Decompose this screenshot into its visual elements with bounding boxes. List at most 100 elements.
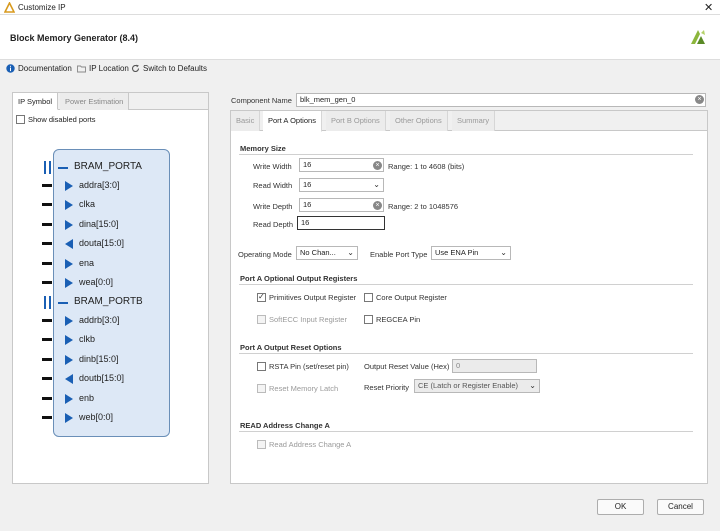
bus-label: BRAM_PORTA <box>74 161 142 172</box>
tab-summary[interactable]: Summary <box>452 111 496 131</box>
chevron-down-icon: ⌄ <box>347 248 354 257</box>
cancel-button[interactable]: Cancel <box>657 499 704 515</box>
arrow-right-icon <box>65 181 73 191</box>
bus-connector <box>58 302 68 304</box>
chevron-down-icon: ⌄ <box>529 381 536 390</box>
clear-write-width-icon[interactable]: × <box>373 161 382 170</box>
rsta-label: RSTA Pin (set/reset pin) <box>269 362 349 371</box>
enable-port-select[interactable]: Use ENA Pin ⌄ <box>431 246 511 260</box>
regcea-label: REGCEA Pin <box>376 315 421 324</box>
reset-value-input[interactable]: 0 <box>452 359 537 373</box>
show-disabled-checkbox[interactable] <box>16 115 25 124</box>
bus-label: BRAM_PORTB <box>74 296 143 307</box>
pin-line <box>42 281 52 284</box>
close-icon[interactable]: ✕ <box>704 1 713 14</box>
vivado-logo-icon <box>4 2 15 13</box>
documentation-button[interactable]: Documentation <box>6 64 72 73</box>
core-output-checkbox[interactable] <box>364 293 373 302</box>
reset-priority-label: Reset Priority <box>364 383 410 392</box>
clear-write-depth-icon[interactable]: × <box>373 201 382 210</box>
primitives-output-checkbox[interactable] <box>257 292 266 302</box>
read-depth-label: Read Depth <box>253 220 294 229</box>
port-pin: wea[0:0] <box>13 274 163 292</box>
ip-location-label: IP Location <box>89 64 129 73</box>
read-address-checkbox <box>257 440 266 449</box>
pin-label: addrb[3:0] <box>79 315 120 325</box>
bus-icon <box>44 296 51 309</box>
ip-location-button[interactable]: IP Location <box>77 64 129 73</box>
pin-line <box>42 222 52 226</box>
write-width-input[interactable]: 16 <box>299 158 384 172</box>
enable-port-value: Use ENA Pin <box>435 248 479 257</box>
refresh-icon <box>131 64 140 72</box>
component-name-input[interactable]: blk_mem_gen_0 <box>296 93 706 107</box>
pin-label: dinb[15:0] <box>79 353 119 364</box>
tab-power-estimation[interactable]: Power Estimation <box>60 93 130 110</box>
arrow-left-icon <box>65 239 73 250</box>
read-depth-input[interactable]: 16 <box>297 216 385 230</box>
switch-defaults-button[interactable]: Switch to Defaults <box>131 64 207 73</box>
bus-connector <box>58 167 68 169</box>
pin-line <box>42 396 52 400</box>
pin-label: doutb[15:0] <box>79 373 125 384</box>
show-disabled-ports[interactable]: Show disabled ports <box>16 115 96 124</box>
read-width-value: 16 <box>303 180 312 189</box>
bus-icon <box>44 161 51 174</box>
rsta-checkbox[interactable] <box>257 362 266 371</box>
write-depth-label: Write Depth <box>253 202 293 211</box>
divider <box>239 154 693 155</box>
tab-port-a-options[interactable]: Port A Options <box>263 111 322 132</box>
port-pin: douta[15:0] <box>13 235 163 253</box>
read-width-label: Read Width <box>253 181 293 190</box>
pin-line <box>42 203 52 207</box>
port-pin: ena <box>13 255 163 273</box>
port-pin: enb <box>13 390 163 408</box>
divider <box>239 431 693 432</box>
pin-label: clka <box>79 199 96 210</box>
pin-label: addra[3:0] <box>79 180 120 190</box>
page-title: Block Memory Generator (8.4) <box>10 33 139 43</box>
pin-line <box>42 242 52 246</box>
clear-component-icon[interactable]: × <box>695 95 704 104</box>
primitives-output-label: Primitives Output Register <box>269 293 357 302</box>
enable-port-label: Enable Port Type <box>370 250 428 259</box>
pin-label: ena <box>79 257 95 268</box>
pin-label: dina[15:0] <box>79 218 119 229</box>
opt-regs-title: Port A Optional Output Registers <box>240 274 358 283</box>
arrow-right-icon <box>65 413 73 423</box>
tab-other-options[interactable]: Other Options <box>390 111 448 131</box>
arrow-right-icon <box>65 316 73 326</box>
reset-priority-select[interactable]: CE (Latch or Register Enable) ⌄ <box>414 379 540 393</box>
component-name-value: blk_mem_gen_0 <box>300 95 356 104</box>
xilinx-logo-icon <box>691 30 705 44</box>
operating-mode-select[interactable]: No Chan... ⌄ <box>296 246 358 260</box>
regcea-checkbox[interactable] <box>364 315 373 324</box>
pin-line <box>42 184 52 187</box>
left-tabs: IP Symbol Power Estimation <box>13 93 208 110</box>
operating-mode-label: Operating Mode <box>238 250 292 259</box>
ok-button[interactable]: OK <box>597 499 644 515</box>
window-title: Customize IP <box>18 3 66 12</box>
pin-line <box>42 377 52 381</box>
tab-ip-symbol[interactable]: IP Symbol <box>13 93 59 110</box>
tab-port-b-options[interactable]: Port B Options <box>326 111 386 131</box>
write-depth-input[interactable]: 16 <box>299 198 384 212</box>
pin-label: web[0:0] <box>79 412 114 422</box>
memory-size-title: Memory Size <box>240 144 286 153</box>
header: Block Memory Generator (8.4) <box>0 15 720 60</box>
arrow-left-icon <box>65 374 73 385</box>
softecc-label: SoftECC Input Register <box>269 315 347 324</box>
tab-basic[interactable]: Basic <box>231 111 261 131</box>
chevron-down-icon: ⌄ <box>373 180 380 189</box>
pin-label: enb <box>79 392 95 403</box>
port-pin: addra[3:0] <box>13 177 163 195</box>
port-pin: addrb[3:0] <box>13 312 163 330</box>
title-bar: Customize IP ✕ <box>0 0 720 15</box>
write-depth-value: 16 <box>303 200 312 209</box>
reset-latch-checkbox <box>257 384 266 393</box>
pin-label: clkb <box>79 334 96 345</box>
arrow-right-icon <box>65 258 73 269</box>
bus-portb: BRAM_PORTB <box>13 293 163 311</box>
reset-value: 0 <box>456 361 461 370</box>
read-width-select[interactable]: 16 ⌄ <box>299 178 384 192</box>
